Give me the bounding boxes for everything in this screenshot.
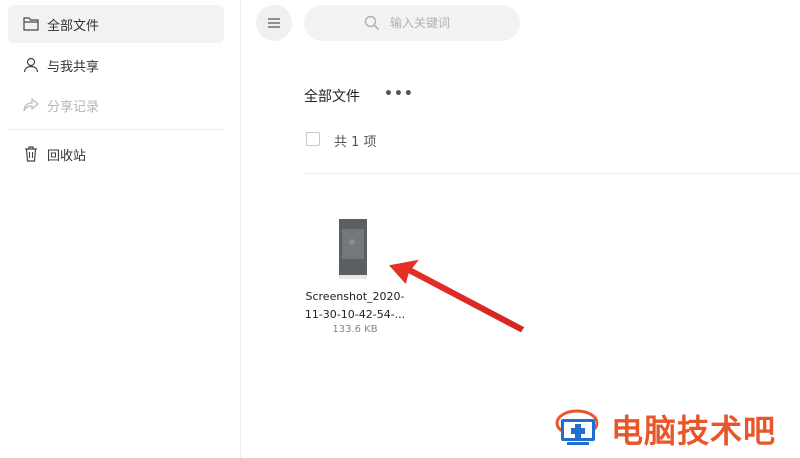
sidebar-item-label: 分享记录 (47, 99, 100, 115)
header-divider (304, 173, 800, 174)
trash-icon (22, 145, 40, 163)
sidebar-item-all-files[interactable]: 全部文件 (8, 5, 224, 43)
sidebar-item-recycle-bin[interactable]: 回收站 (8, 135, 224, 173)
share-icon (22, 96, 40, 114)
sidebar-item-shared-with-me[interactable]: 与我共享 (8, 46, 224, 84)
watermark-logo-icon (555, 405, 605, 453)
item-count: 共 1 项 (334, 135, 377, 150)
search-icon (364, 15, 380, 34)
sidebar: 全部文件 与我共享 分享记录 回收站 (0, 0, 241, 458)
menu-button[interactable] (256, 5, 292, 41)
search-box[interactable] (304, 5, 520, 41)
sidebar-item-share-records[interactable]: 分享记录 (8, 86, 224, 124)
page-title: 全部文件 (304, 89, 360, 105)
sidebar-divider (8, 129, 224, 130)
file-thumbnail (339, 219, 367, 279)
red-arrow-icon (387, 258, 526, 334)
menu-icon (267, 14, 281, 33)
folder-icon (22, 15, 40, 33)
sidebar-item-label: 全部文件 (47, 18, 100, 34)
more-options-button[interactable]: ••• (384, 86, 414, 102)
sidebar-item-label: 回收站 (47, 148, 87, 164)
user-icon (22, 56, 40, 74)
watermark-text: 电脑技术吧 (611, 412, 777, 450)
watermark: 电脑技术吧 (555, 405, 776, 453)
search-input[interactable] (390, 16, 510, 30)
select-all-checkbox[interactable] (306, 132, 320, 146)
sidebar-item-label: 与我共享 (47, 59, 100, 75)
